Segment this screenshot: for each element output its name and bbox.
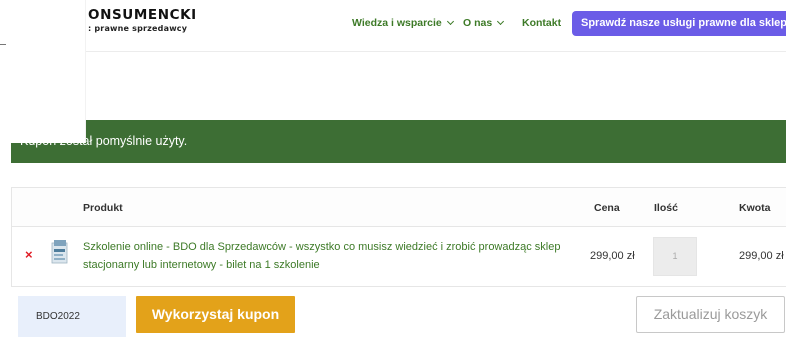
side-panel-overlay [0,0,86,143]
chevron-down-icon [497,17,505,26]
cart-table: Produkt Cena Ilość Kwota × Szkolenie onl… [11,187,786,287]
product-name-link[interactable]: Szkolenie online - BDO dla Sprzedawców -… [83,239,573,274]
nav-item-label: Wiedza i wsparcie [352,17,442,29]
services-cta-button[interactable]: Sprawdź nasze usługi prawne dla sklepów [572,11,786,36]
nav-item-label: Kontakt [522,17,562,29]
remove-item-icon[interactable]: × [25,247,33,262]
update-cart-button[interactable]: Zaktualizuj koszyk [636,296,785,333]
table-header: Produkt Cena Ilość Kwota [12,188,786,227]
quantity-input[interactable]: 1 [653,237,697,276]
column-header-price: Cena [594,202,620,214]
column-header-product: Produkt [83,202,123,214]
coupon-success-notice: Kupon został pomyślnie użyty. [11,120,786,163]
product-subtotal: 299,00 zł [739,250,784,262]
product-thumbnail[interactable] [50,239,70,266]
nav-item-kontakt[interactable]: Kontakt [522,17,561,29]
table-row: × Szkolenie online - BDO dla Sprzedawców… [12,227,786,287]
apply-coupon-button[interactable]: Wykorzystaj kupon [136,296,295,333]
nav-item-wiedza[interactable]: Wiedza i wsparcie [352,17,454,29]
site-logo[interactable]: ONSUMENCKI : prawne sprzedawcy [88,7,197,33]
divider [0,44,6,45]
logo-subtitle: : prawne sprzedawcy [88,23,188,33]
chevron-down-icon [446,17,454,26]
product-price: 299,00 zł [590,250,635,262]
site-header: ONSUMENCKI : prawne sprzedawcy Wiedza i … [0,0,786,52]
column-header-quantity: Ilość [654,202,678,214]
logo-title: ONSUMENCKI [88,7,197,23]
nav-item-label: O nas [463,17,493,29]
column-header-total: Kwota [739,202,771,214]
nav-item-o-nas[interactable]: O nas [463,17,505,29]
coupon-code-input[interactable] [18,296,126,337]
